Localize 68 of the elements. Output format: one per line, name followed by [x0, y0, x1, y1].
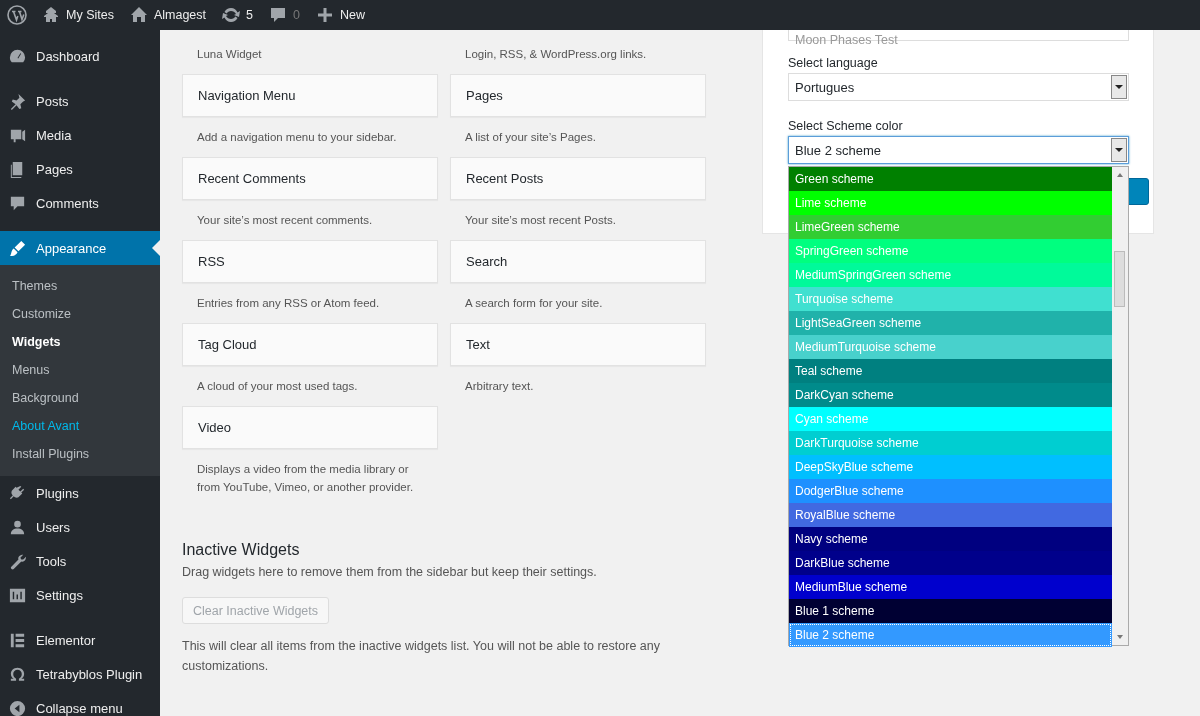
sidebar-item[interactable]: Posts: [0, 84, 160, 118]
sidebar-item[interactable]: Users: [0, 510, 160, 544]
widget-card[interactable]: Recent Comments: [182, 157, 438, 200]
dropdown-option[interactable]: DarkBlue scheme: [789, 551, 1112, 575]
sidebar-item[interactable]: Collapse menu: [0, 691, 160, 716]
submenu-item[interactable]: About Avant: [0, 412, 160, 440]
widget-description: Login, RSS, & WordPress.org links.: [464, 47, 648, 62]
widget-card[interactable]: Text: [450, 323, 706, 366]
sidebar-item[interactable]: Dashboard: [0, 39, 160, 73]
sidebar-item[interactable]: Elementor: [0, 623, 160, 657]
widget-description: Luna Widget: [196, 47, 263, 62]
widget-card[interactable]: Tag Cloud: [182, 323, 438, 366]
field-label: Select Scheme color: [788, 119, 904, 133]
dropdown-option[interactable]: RoyalBlue scheme: [789, 503, 1112, 527]
speech-bubble-icon: [268, 5, 288, 25]
dropdown-option[interactable]: Green scheme: [789, 167, 1112, 191]
widget-description: Your site’s most recent comments.: [196, 213, 374, 228]
widget-card[interactable]: Navigation Menu: [182, 74, 438, 117]
widget-description: A list of your site’s Pages.: [464, 130, 597, 145]
dropdown-option[interactable]: MediumBlue scheme: [789, 575, 1112, 599]
submenu-item[interactable]: Customize: [0, 300, 160, 328]
dropdown-option[interactable]: Navy scheme: [789, 527, 1112, 551]
section-heading: Inactive Widgets: [182, 541, 301, 559]
sidebar-item[interactable]: Media: [0, 118, 160, 152]
scrollbar[interactable]: [1112, 167, 1128, 645]
updates-link[interactable]: 5: [221, 5, 253, 25]
field-label: Select language: [788, 56, 879, 70]
widget-description: Displays a video from the media library or from YouTube, Vimeo, or another provider.: [196, 462, 415, 495]
widget-description: Your site’s most recent Posts.: [464, 213, 617, 228]
sidebar-item[interactable]: Plugins: [0, 476, 160, 510]
site-name-link[interactable]: Almagest: [128, 5, 207, 25]
submenu-item[interactable]: Background: [0, 384, 160, 412]
dropdown-option[interactable]: Blue 1 scheme: [789, 599, 1112, 623]
submenu-item[interactable]: Menus: [0, 356, 160, 384]
submenu-item[interactable]: Install Plugins: [0, 440, 160, 468]
widget-description: Entries from any RSS or Atom feed.: [196, 296, 381, 311]
sidebar-item[interactable]: Comments: [0, 186, 160, 220]
section-description: Drag widgets here to remove them from the sidebar but keep their settings.: [182, 565, 598, 579]
scheme-select[interactable]: Blue 2 scheme: [788, 136, 1129, 164]
dropdown-option[interactable]: Teal scheme: [789, 359, 1112, 383]
widget-card[interactable]: Recent Posts: [450, 157, 706, 200]
refresh-icon: [221, 5, 242, 25]
clear-note: This will clear all items from the inactive widgets list. You will not be able to restore any customizations.: [182, 638, 661, 675]
submenu-item[interactable]: Themes: [0, 272, 160, 300]
sidebar-item[interactable]: Tetrabyblos Plugin: [0, 657, 160, 691]
widget-card[interactable]: RSS: [182, 240, 438, 283]
widget-description: Arbitrary text.: [464, 379, 535, 394]
collapse-icon: [8, 698, 27, 716]
sidebar-item[interactable]: Settings: [0, 578, 160, 612]
widget-description: A cloud of your most used tags.: [196, 379, 359, 394]
dropdown-option[interactable]: DarkCyan scheme: [789, 383, 1112, 407]
widget-card[interactable]: Pages: [450, 74, 706, 117]
sidebar-item[interactable]: Appearance: [0, 231, 160, 265]
wordpress-logo[interactable]: [7, 5, 27, 25]
widget-description: A search form for your site.: [464, 296, 604, 311]
houses-icon: [41, 5, 61, 25]
sidebar-item[interactable]: Tools: [0, 544, 160, 578]
widget-description: Add a navigation menu to your sidebar.: [196, 130, 398, 145]
current-indicator-icon: [152, 240, 160, 256]
scrollbar-thumb[interactable]: [1114, 251, 1125, 307]
submenu-item[interactable]: Widgets: [0, 328, 160, 356]
widget-card[interactable]: Search: [450, 240, 706, 283]
language-select[interactable]: Portugues: [788, 73, 1129, 101]
paintbrush-icon: [8, 238, 27, 258]
sidebar-item[interactable]: Pages: [0, 152, 160, 186]
my-sites-link[interactable]: My Sites: [41, 5, 114, 25]
widget-card[interactable]: Video: [182, 406, 438, 449]
new-content-link[interactable]: New: [314, 5, 365, 25]
